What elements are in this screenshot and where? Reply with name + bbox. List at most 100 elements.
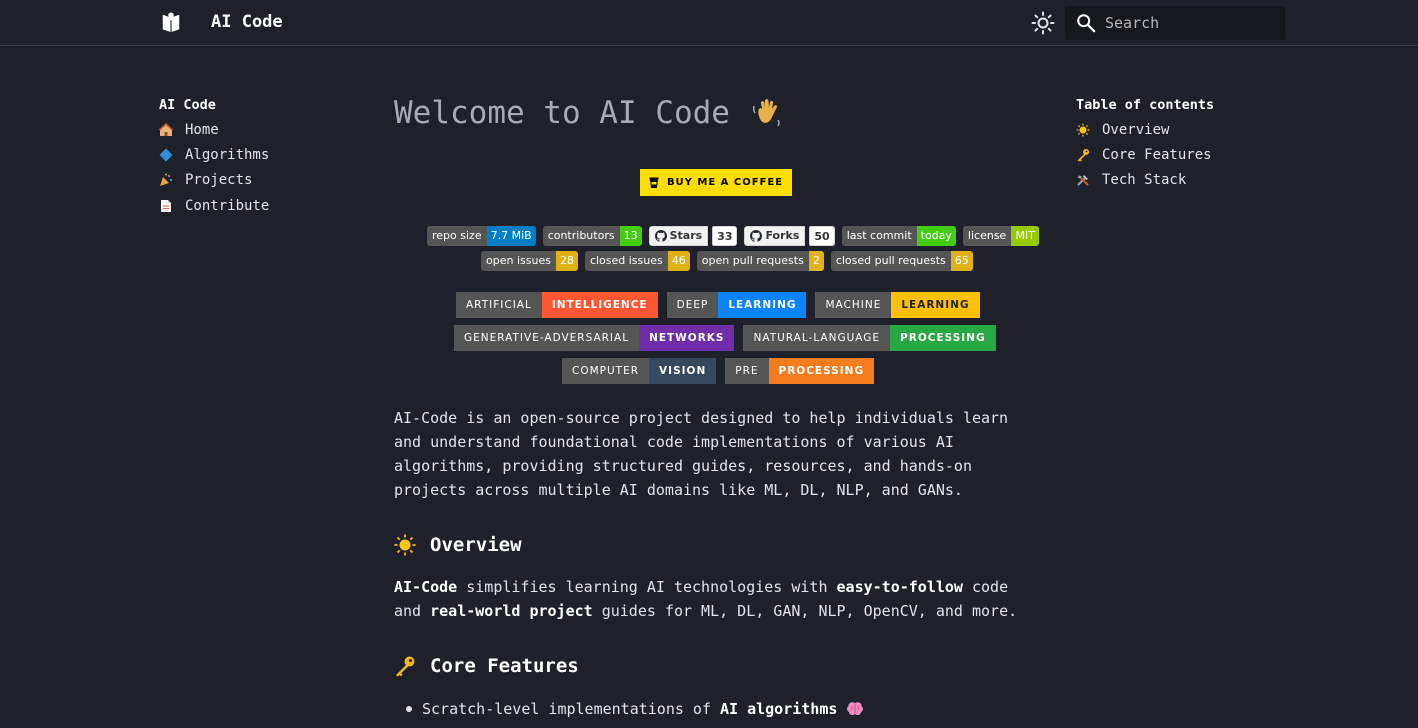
tag-computer-vision[interactable]: COMPUTER VISION [562, 358, 717, 384]
page-title: Welcome to AI Code [394, 90, 1024, 136]
nav-title[interactable]: AI Code [159, 96, 359, 114]
badge-closed-pull-requests[interactable]: closed pull requests 65 [830, 251, 973, 271]
badge-value: today [916, 226, 956, 246]
tag-key: MACHINE [815, 292, 892, 318]
toc-item-label: Core Features [1102, 146, 1212, 163]
badge-value: 65 [950, 251, 973, 271]
house-icon [159, 122, 173, 137]
badge-last-commit[interactable]: last commit today [841, 226, 956, 246]
brain-icon [847, 702, 864, 716]
bold-ai-code: AI-Code [394, 578, 458, 596]
overview-text-3: guides for ML, DL, GAN, NLP, OpenCV, and… [592, 602, 1018, 620]
badge-value: MIT [1011, 226, 1039, 246]
badge-forks[interactable]: Forks 50 [744, 226, 835, 246]
blue-diamond-icon [159, 148, 173, 162]
tag-machine-learning[interactable]: MACHINE LEARNING [815, 292, 980, 318]
tag-row-1: ARTIFICIAL INTELLIGENCE DEEP LEARNING MA… [456, 292, 980, 318]
page-icon [159, 199, 173, 213]
tag-row-3: COMPUTER VISION PRE PROCESSING [562, 358, 875, 384]
badge-value: 33 [712, 226, 738, 246]
tag-value: PROCESSING [768, 358, 875, 384]
coffee-cup-icon [649, 177, 659, 188]
coffee-label: BUY ME A COFFEE [666, 177, 784, 188]
sidebar-item-projects[interactable]: Projects [159, 168, 359, 193]
badge-open-pull-requests[interactable]: open pull requests 2 [696, 251, 824, 271]
toc-item-overview[interactable]: Overview [1076, 117, 1296, 142]
sidebar-item-label: Algorithms [185, 146, 270, 163]
badge-closed-issues[interactable]: closed issues 46 [584, 251, 690, 271]
tag-deep-learning[interactable]: DEEP LEARNING [666, 292, 807, 318]
tag-key: DEEP [666, 292, 719, 318]
search-input[interactable] [1105, 6, 1280, 40]
tag-value: VISION [649, 358, 717, 384]
sun-theme-toggle-icon[interactable] [1031, 11, 1055, 35]
party-popper-icon [159, 173, 173, 187]
tag-key: GENERATIVE-ADVERSARIAL [454, 325, 640, 351]
list-item-text: Scratch-level implementations of [422, 700, 711, 718]
badge-key: license [962, 226, 1012, 246]
badge-row-issues: open issues 28 closed issues 46 open pul… [481, 251, 973, 271]
sidebar-item-home[interactable]: Home [159, 117, 359, 142]
bold-easy-to-follow: easy-to-follow [836, 578, 963, 596]
tag-key: NATURAL-LANGUAGE [743, 325, 891, 351]
toc-item-label: Tech Stack [1102, 172, 1187, 189]
waving-hand-icon [752, 99, 780, 127]
tag-key: ARTIFICIAL [456, 292, 542, 318]
badge-key: repo size [427, 226, 487, 246]
overview-heading-text: Overview [430, 534, 522, 556]
sun-icon [1076, 123, 1090, 137]
tag-row-2: GENERATIVE-ADVERSARIAL NETWORKS NATURAL-… [454, 325, 996, 351]
tag-value: INTELLIGENCE [541, 292, 658, 318]
badge-row-repo-stats: repo size 7.7 MiB contributors 13 Stars … [427, 226, 1039, 246]
badge-key: closed issues [584, 251, 668, 271]
toc-item-core-features[interactable]: Core Features [1076, 142, 1296, 167]
badge-key: open pull requests [696, 251, 809, 271]
site-title[interactable]: AI Code [211, 12, 283, 32]
toc-item-tech-stack[interactable]: Tech Stack [1076, 168, 1296, 193]
core-features-heading: Core Features [394, 655, 579, 677]
badge-open-issues[interactable]: open issues 28 [481, 251, 578, 271]
badge-key: closed pull requests [830, 251, 951, 271]
tools-icon [1076, 173, 1090, 187]
book-logo-icon[interactable] [160, 12, 182, 34]
bullet [406, 706, 412, 712]
tag-key: PRE [725, 358, 769, 384]
badge-key-wrap: Forks [744, 226, 806, 246]
overview-paragraph: AI-Code simplifies learning AI technolog… [394, 575, 1034, 623]
tag-generative-adversarial-networks[interactable]: GENERATIVE-ADVERSARIAL NETWORKS [454, 325, 735, 351]
tag-natural-language-processing[interactable]: NATURAL-LANGUAGE PROCESSING [743, 325, 996, 351]
top-header: AI Code [0, 0, 1418, 46]
tag-value: NETWORKS [639, 325, 735, 351]
buy-me-a-coffee-button[interactable]: BUY ME A COFFEE [640, 169, 792, 196]
sidebar-item-algorithms[interactable]: Algorithms [159, 142, 359, 167]
tag-value: PROCESSING [890, 325, 996, 351]
search-box[interactable] [1065, 6, 1285, 40]
badge-repo-size[interactable]: repo size 7.7 MiB [427, 226, 536, 246]
tag-value: LEARNING [718, 292, 807, 318]
sidebar-item-contribute[interactable]: Contribute [159, 193, 359, 218]
badge-value: 2 [808, 251, 824, 271]
github-icon [750, 230, 763, 242]
toc-title: Table of contents [1076, 97, 1215, 113]
badge-value: 13 [619, 226, 642, 246]
badge-license[interactable]: license MIT [962, 226, 1039, 246]
sidebar-item-label: Contribute [185, 197, 270, 214]
badge-contributors[interactable]: contributors 13 [542, 226, 642, 246]
key-icon [394, 655, 416, 677]
tag-artificial-intelligence[interactable]: ARTIFICIAL INTELLIGENCE [456, 292, 658, 318]
main-content: Welcome to AI Code [394, 90, 1024, 136]
bold-real-world-project: real-world project [430, 602, 593, 620]
badge-key: Forks [765, 229, 800, 242]
badge-stars[interactable]: Stars 33 [648, 226, 738, 246]
intro-paragraph: AI-Code is an open-source project design… [394, 409, 1009, 499]
sidebar-nav: AI Code Home Algorithms Projects Contrib… [159, 96, 359, 218]
badge-key: contributors [542, 226, 620, 246]
badge-value: 28 [555, 251, 578, 271]
sun-icon [394, 534, 416, 556]
tag-pre-processing[interactable]: PRE PROCESSING [725, 358, 875, 384]
badge-key: last commit [841, 226, 917, 246]
core-features-heading-text: Core Features [430, 655, 579, 677]
tag-key: COMPUTER [562, 358, 650, 384]
list-item-bold: AI algorithms [719, 700, 838, 718]
toc-item-label: Overview [1102, 121, 1170, 138]
